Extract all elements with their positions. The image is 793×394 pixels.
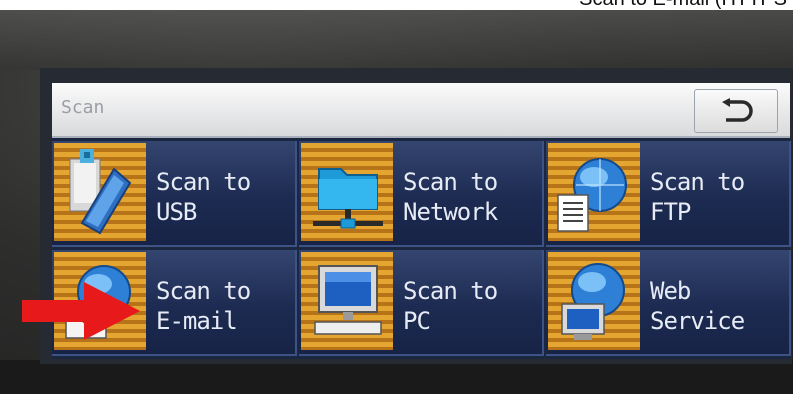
tile-label-line2: USB xyxy=(156,198,197,226)
scan-to-network-button[interactable]: Scan to Network xyxy=(299,141,544,247)
pc-monitor-icon xyxy=(314,265,382,335)
tile-label: Scan to Network xyxy=(403,167,498,227)
tile-label-line1: Scan to xyxy=(156,277,251,305)
scan-to-usb-button[interactable]: Scan to USB xyxy=(52,141,297,247)
scan-to-pc-button[interactable]: Scan to PC xyxy=(299,250,544,356)
bezel-bottom xyxy=(0,360,793,394)
tile-label: Web Service xyxy=(650,276,745,336)
icon-tile xyxy=(548,252,640,350)
tile-label-line1: Scan to xyxy=(650,168,745,196)
caption-strip: Scan to E-mail (HTTPS xyxy=(493,0,793,10)
red-pointer-arrow-icon xyxy=(22,282,140,340)
caption-text: Scan to E-mail (HTTPS xyxy=(579,0,787,10)
icon-tile xyxy=(54,143,146,241)
web-service-globe-icon xyxy=(561,263,625,340)
screen-title: Scan xyxy=(61,97,105,118)
tile-label: Scan to USB xyxy=(156,167,251,227)
icon-tile xyxy=(301,252,393,350)
touch-screen: Scan Scan to USB Scan to Network Scan to… xyxy=(52,83,791,359)
usb-drive-icon xyxy=(69,149,132,235)
ftp-globe-icon xyxy=(557,158,627,232)
tile-label: Scan to PC xyxy=(403,276,498,336)
return-arrow-icon xyxy=(722,98,753,122)
tile-label-line2: Service xyxy=(650,307,745,335)
tile-label-line2: Network xyxy=(403,198,498,226)
tile-label-line1: Scan to xyxy=(403,277,498,305)
printer-panel: Scan Scan to USB Scan to Network Scan to… xyxy=(0,10,793,394)
web-service-button[interactable]: Web Service xyxy=(546,250,791,356)
tile-label-line2: E-mail xyxy=(156,307,238,335)
icon-tile xyxy=(548,143,640,241)
tile-label-line1: Scan to xyxy=(403,168,498,196)
tile-label: Scan to FTP xyxy=(650,167,745,227)
bezel-highlight xyxy=(0,10,793,70)
tile-label-line2: PC xyxy=(403,307,431,335)
scan-to-ftp-button[interactable]: Scan to FTP xyxy=(546,141,791,247)
icon-tile xyxy=(301,143,393,241)
tile-label-line2: FTP xyxy=(650,198,691,226)
tile-label-line1: Scan to xyxy=(156,168,251,196)
title-bar: Scan xyxy=(52,83,790,138)
network-folder-icon xyxy=(313,168,383,229)
back-button[interactable] xyxy=(694,89,778,133)
tile-label: Scan to E-mail xyxy=(156,276,251,336)
scan-options-grid: Scan to USB Scan to Network Scan to FTP … xyxy=(52,141,791,359)
tile-label-line1: Web xyxy=(650,277,691,305)
